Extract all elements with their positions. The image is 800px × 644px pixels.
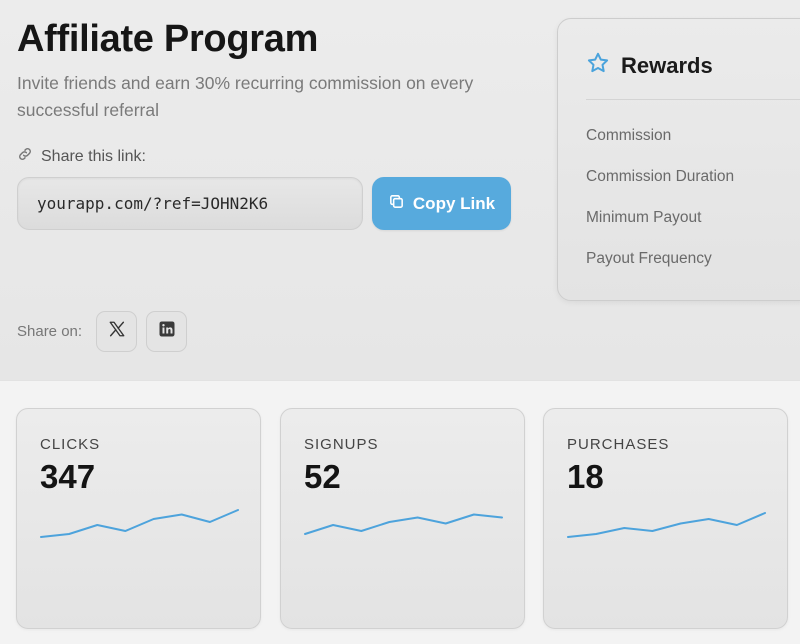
sparkline-clicks xyxy=(40,509,239,538)
stat-value: 52 xyxy=(304,458,341,495)
reward-item-commission: Commission xyxy=(586,127,672,144)
copy-link-button[interactable]: Copy Link xyxy=(372,177,511,230)
page-subtitle: Invite friends and earn 30% recurring co… xyxy=(17,73,474,120)
reward-item-payout-frequency: Payout Frequency xyxy=(586,250,712,267)
copy-icon xyxy=(388,193,405,215)
reward-item-commission-duration: Commission Duration xyxy=(586,168,735,185)
share-link-label-text: Share this link: xyxy=(41,147,146,165)
link-icon xyxy=(17,146,33,167)
share-on-label: Share on: xyxy=(17,323,83,340)
stat-card-clicks: CLICKS 347 xyxy=(16,408,261,629)
star-icon xyxy=(586,51,610,81)
reward-item-minimum-payout: Minimum Payout xyxy=(586,209,702,226)
share-x-button[interactable] xyxy=(96,311,137,352)
stat-card-signups: SIGNUPS 52 xyxy=(280,408,525,629)
rewards-divider xyxy=(586,99,800,100)
stat-label: SIGNUPS xyxy=(304,436,379,453)
x-logo-icon xyxy=(108,320,126,343)
referral-link-field[interactable]: yourapp.com/?ref=JOHN2K6 xyxy=(17,177,363,230)
rewards-panel: Rewards Commission Commission Duration M… xyxy=(557,18,800,301)
linkedin-icon xyxy=(158,320,176,343)
copy-link-label: Copy Link xyxy=(412,193,496,213)
stat-label: CLICKS xyxy=(40,436,101,453)
stat-value: 347 xyxy=(40,458,96,495)
sparkline-purchases xyxy=(567,512,766,538)
stat-card-purchases: PURCHASES 18 xyxy=(543,408,788,629)
rewards-header: Rewards xyxy=(586,51,713,81)
referral-link-value: yourapp.com/?ref=JOHN2K6 xyxy=(37,194,269,213)
share-linkedin-button[interactable] xyxy=(146,311,187,352)
stat-value: 18 xyxy=(567,458,604,495)
share-link-label: Share this link: xyxy=(17,146,146,167)
stat-label: PURCHASES xyxy=(567,436,670,453)
rewards-title: Rewards xyxy=(621,53,713,78)
sparkline-signups xyxy=(304,513,503,535)
page-title: Affiliate Program xyxy=(17,18,319,60)
